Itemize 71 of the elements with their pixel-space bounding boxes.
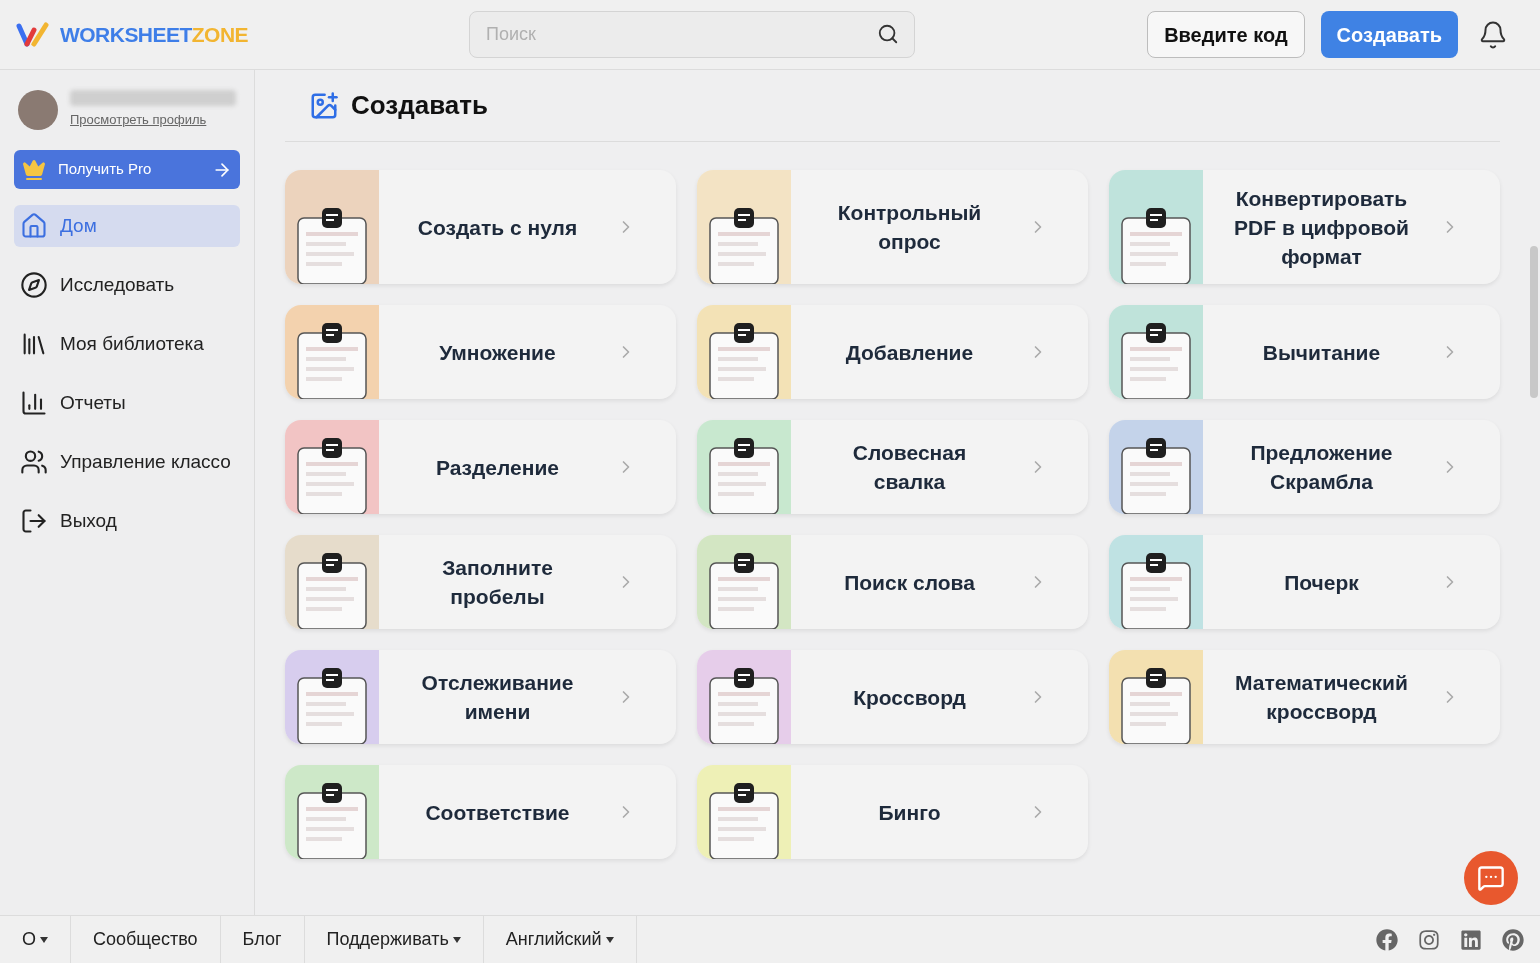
worksheet-type-card[interactable]: Математический кроссворд xyxy=(1109,650,1500,744)
caret-icon xyxy=(605,936,614,943)
worksheet-type-card[interactable]: Отслеживание имени xyxy=(285,650,676,744)
enter-code-button[interactable]: Введите код xyxy=(1147,11,1305,58)
card-title: Математический кроссворд xyxy=(1234,670,1409,725)
card-title: Создать с нуля xyxy=(416,214,579,241)
worksheet-type-card[interactable]: Словесная свалка xyxy=(697,420,1088,514)
worksheet-type-card[interactable]: Соответствие xyxy=(285,765,676,859)
card-title: Разделение xyxy=(434,454,561,481)
view-profile-link[interactable]: Просмотреть профиль xyxy=(70,110,236,130)
worksheet-type-card[interactable]: Поиск слова xyxy=(697,535,1088,629)
sidebar-item[interactable]: Управление классо xyxy=(14,441,240,483)
chat-icon xyxy=(1477,864,1505,892)
worksheet-type-card[interactable]: Бинго xyxy=(697,765,1088,859)
card-title: Кроссворд xyxy=(852,684,967,711)
card-title: Поиск слова xyxy=(843,569,976,596)
worksheet-type-card[interactable]: Предложение Скрамбла xyxy=(1109,420,1500,514)
compass-icon xyxy=(20,271,48,299)
card-title: Умножение xyxy=(438,339,557,366)
facebook-icon[interactable] xyxy=(1376,928,1398,951)
sidebar-item[interactable]: Моя библиотека xyxy=(14,323,240,365)
chat-button[interactable] xyxy=(1464,851,1518,905)
sidebar-item[interactable]: Выход xyxy=(14,500,240,542)
people-icon xyxy=(20,448,48,476)
card-title: Конвертировать PDF в цифровой формат xyxy=(1233,185,1410,270)
card-title: Соответствие xyxy=(424,799,571,826)
footer-link[interactable]: О xyxy=(0,916,71,963)
worksheet-type-card[interactable]: Разделение xyxy=(285,420,676,514)
linkedin-icon[interactable] xyxy=(1460,928,1482,951)
exit-icon xyxy=(20,507,48,535)
card-title: Отслеживание имени xyxy=(420,670,575,725)
logo-icon xyxy=(16,21,52,48)
instagram-icon[interactable] xyxy=(1418,928,1440,951)
card-title: Заполните пробелы xyxy=(441,555,554,610)
card-title: Предложение Скрамбла xyxy=(1249,440,1394,495)
footer-link[interactable]: Сообщество xyxy=(71,916,221,963)
card-title: Почерк xyxy=(1283,569,1360,596)
card-title: Вычитание xyxy=(1261,339,1382,366)
footer-link[interactable]: Поддерживать xyxy=(304,916,484,963)
card-title: Контрольный опрос xyxy=(836,200,983,255)
pinterest-icon[interactable] xyxy=(1502,928,1524,951)
sidebar-item[interactable]: Отчеты xyxy=(14,382,240,424)
notification-bell-icon[interactable] xyxy=(1478,19,1508,50)
worksheet-type-card[interactable]: Почерк xyxy=(1109,535,1500,629)
worksheet-type-card[interactable]: Заполните пробелы xyxy=(285,535,676,629)
search-field[interactable]: Поиск xyxy=(469,11,915,58)
card-title: Словесная свалка xyxy=(851,440,968,495)
worksheet-type-card[interactable]: Конвертировать PDF в цифровой формат xyxy=(1109,170,1500,284)
card-title: Бинго xyxy=(877,799,942,826)
worksheet-type-card[interactable]: Вычитание xyxy=(1109,305,1500,399)
search-icon[interactable] xyxy=(877,23,899,45)
chart-icon xyxy=(20,389,48,417)
get-pro-button[interactable]: Получить Pro xyxy=(14,150,240,189)
worksheet-type-card[interactable]: Кроссворд xyxy=(697,650,1088,744)
worksheet-type-card[interactable]: Создать с нуля xyxy=(285,170,676,284)
footer-link[interactable]: Блог xyxy=(220,916,305,963)
caret-icon xyxy=(452,936,461,943)
caret-icon xyxy=(40,936,48,943)
card-title: Добавление xyxy=(844,339,975,366)
scrollbar-thumb[interactable] xyxy=(1530,246,1538,398)
worksheet-type-card[interactable]: Умножение xyxy=(285,305,676,399)
home-icon xyxy=(20,212,48,240)
worksheet-type-card[interactable]: Добавление xyxy=(697,305,1088,399)
sidebar-item[interactable]: Исследовать xyxy=(14,264,240,306)
crown-icon xyxy=(22,157,46,182)
footer-link[interactable]: Английский xyxy=(483,916,637,963)
logo-text: WORKSHEETZONE xyxy=(60,21,249,48)
create-button[interactable]: Создавать xyxy=(1320,11,1458,58)
image-icon xyxy=(309,90,339,121)
page-title: Создавать xyxy=(351,89,489,122)
worksheet-type-card[interactable]: Контрольный опрос xyxy=(697,170,1088,284)
